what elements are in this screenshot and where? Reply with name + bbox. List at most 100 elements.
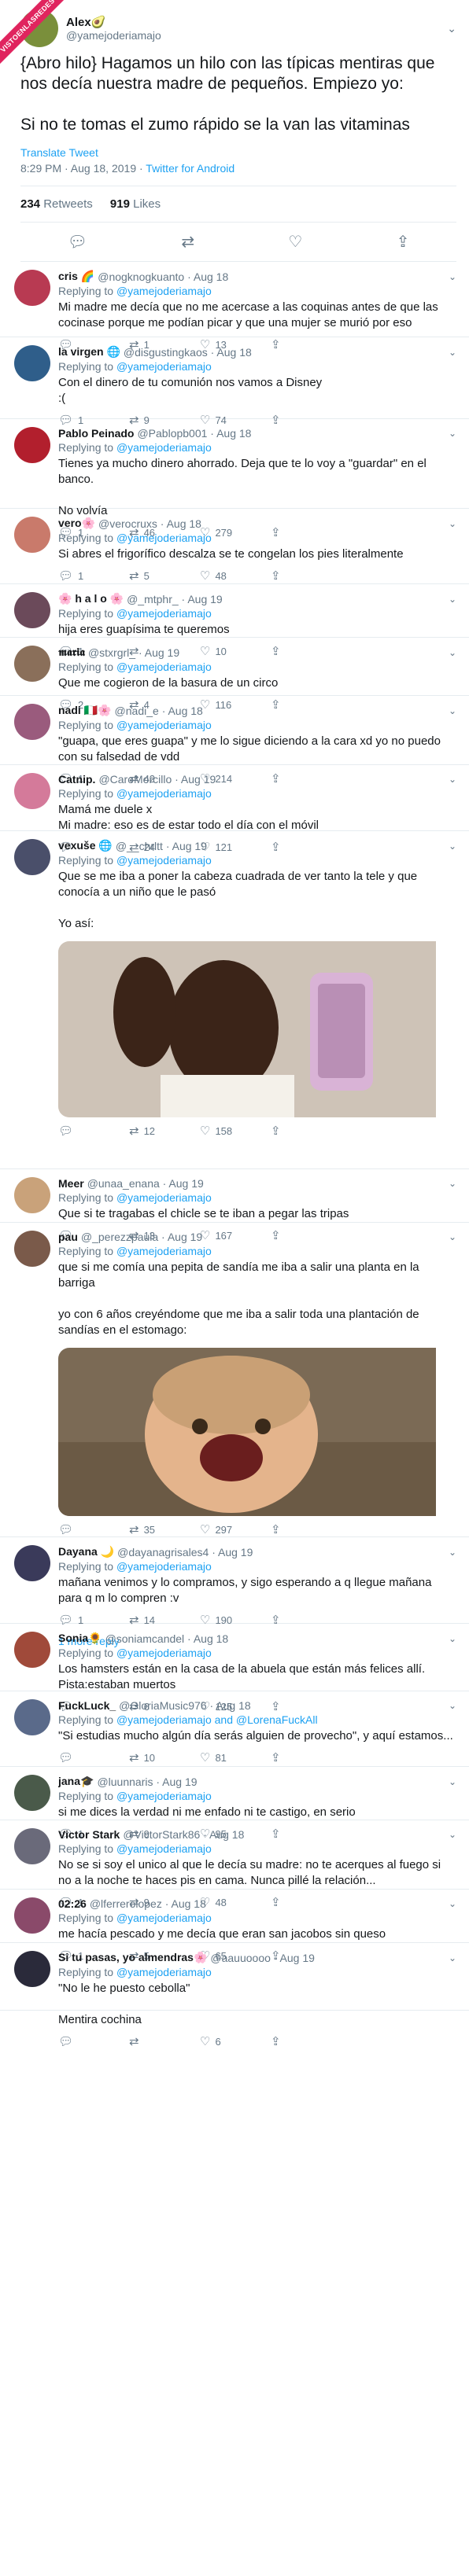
chevron-down-icon[interactable]: ⌄: [444, 347, 456, 358]
mention-link[interactable]: @yamejoderiamajo: [116, 1790, 212, 1802]
share-button[interactable]: ⇪: [271, 2034, 342, 2048]
share-button[interactable]: ⇪: [271, 569, 342, 583]
reply-author-handle[interactable]: @GloriaMusic976 · Aug 18: [119, 1699, 251, 1712]
reply-tweet[interactable]: cris 🌈 @nogknogkuanto · Aug 18 ⌄ Replying t…: [0, 262, 469, 351]
chevron-down-icon[interactable]: ⌄: [444, 1829, 456, 1840]
reply-author-name[interactable]: vexuše 🌐: [58, 839, 113, 852]
reply-author-handle[interactable]: @nogknogkuanto · Aug 18: [98, 270, 228, 283]
like-count[interactable]: 919: [110, 197, 130, 211]
chevron-down-icon[interactable]: ⌄: [444, 428, 456, 439]
reply-author-handle[interactable]: @disgustingkaos · Aug 18: [124, 346, 252, 359]
reply-tweet[interactable]: nadi 🇮🇹🌸 @nadi_e · Aug 18 ⌄ Replying to @ya…: [0, 696, 469, 786]
mention-link[interactable]: @yamejoderiamajo: [116, 854, 212, 867]
reply-author-name[interactable]: Si tu pasas, yo almendras🌸: [58, 1951, 207, 1964]
reply-author-handle[interactable]: @_perezzpaula · Aug 19: [81, 1231, 202, 1243]
mention-link[interactable]: @yamejoderiamajo: [116, 607, 212, 620]
avatar[interactable]: [14, 427, 50, 463]
reply-author-name[interactable]: 𝖒𝖆𝖗𝖎𝖆: [58, 646, 85, 659]
chevron-down-icon[interactable]: ⌄: [444, 1633, 456, 1644]
translate-link[interactable]: Translate Tweet: [20, 146, 456, 159]
reply-tweet[interactable]: Dayana 🌙 @dayanagrisales4 · Aug 19 ⌄ Replyi…: [0, 1537, 469, 1647]
reply-tweet[interactable]: Pablo Peinado @Pablopb001 · Aug 18 ⌄ Replyi…: [0, 419, 469, 539]
avatar[interactable]: [14, 1545, 50, 1581]
share-icon[interactable]: ⇪: [397, 232, 410, 252]
mention-link[interactable]: @yamejoderiamajo: [116, 787, 212, 800]
mention-link[interactable]: @yamejoderiamajo: [116, 1966, 212, 1978]
reply-author-name[interactable]: Victor Stark: [58, 1828, 120, 1841]
reply-button[interactable]: 💬︎: [58, 2034, 129, 2048]
avatar[interactable]: [14, 1828, 50, 1864]
retweet-button[interactable]: ⇄: [129, 2034, 200, 2048]
retweet-button[interactable]: ⇄ 35: [129, 1522, 200, 1536]
avatar[interactable]: [14, 517, 50, 553]
like-button[interactable]: ♡ 48: [200, 569, 271, 583]
tweet-media[interactable]: [58, 1348, 456, 1516]
mention-link[interactable]: @yamejoderiamajo: [116, 1560, 212, 1573]
mention-link[interactable]: @yamejoderiamajo: [116, 1245, 212, 1257]
share-button[interactable]: ⇪: [271, 1124, 342, 1138]
retweet-icon[interactable]: ⇄: [181, 232, 194, 252]
reply-button[interactable]: 💬︎ 1: [58, 569, 129, 583]
chevron-down-icon[interactable]: ⌄: [444, 1231, 456, 1242]
avatar[interactable]: [14, 646, 50, 682]
share-button[interactable]: ⇪: [271, 1522, 342, 1536]
reply-author-name[interactable]: vero🌸: [58, 517, 95, 530]
mention-link[interactable]: @yamejoderiamajo: [116, 1912, 212, 1924]
retweet-label[interactable]: Retweets: [43, 197, 93, 211]
reply-author-handle[interactable]: @stxrgrl_ · Aug 19: [88, 646, 179, 659]
reply-author-handle[interactable]: @aauuoooo · Aug 19: [210, 1952, 315, 1964]
reply-author-name[interactable]: Dayana 🌙: [58, 1545, 114, 1558]
mention-link[interactable]: @yamejoderiamajo: [116, 285, 212, 297]
like-button[interactable]: ♡ 297: [200, 1522, 271, 1536]
reply-author-handle[interactable]: @luunnaris · Aug 19: [97, 1776, 197, 1788]
reply-button[interactable]: 💬︎: [58, 1124, 129, 1138]
reply-author-name[interactable]: pau: [58, 1231, 78, 1243]
mention-link[interactable]: @yamejoderiamajo and @LorenaFuckAll: [116, 1713, 318, 1726]
reply-tweet[interactable]: Victor Stark @VictorStark86 · Aug 18 ⌄ Repl…: [0, 1820, 469, 1909]
chevron-down-icon[interactable]: ⌄: [444, 705, 456, 716]
reply-tweet[interactable]: vexuše 🌐 @__chrltt · Aug 19 ⌄ Replying to @…: [0, 831, 469, 1169]
reply-author-handle[interactable]: @CaroMorcillo · Aug 19: [98, 773, 216, 786]
avatar[interactable]: [14, 1632, 50, 1668]
chevron-down-icon[interactable]: ⌄: [444, 1178, 456, 1189]
chevron-down-icon[interactable]: ⌄: [444, 841, 456, 852]
reply-author-handle[interactable]: @soniamcandel · Aug 18: [105, 1632, 229, 1645]
mention-link[interactable]: @yamejoderiamajo: [116, 661, 212, 673]
avatar[interactable]: [14, 592, 50, 628]
tweet-time[interactable]: 8:29 PM · Aug 18, 2019 ·: [20, 162, 146, 175]
chevron-down-icon[interactable]: ⌄: [444, 1776, 456, 1787]
avatar[interactable]: [14, 1177, 50, 1213]
avatar[interactable]: [14, 704, 50, 740]
reply-author-handle[interactable]: @__chrltt · Aug 19: [116, 840, 207, 852]
retweet-count[interactable]: 234: [20, 197, 40, 211]
reply-author-handle[interactable]: @nadi_e · Aug 18: [115, 705, 203, 717]
avatar[interactable]: [14, 1775, 50, 1811]
reply-author-name[interactable]: Catnip.: [58, 773, 95, 786]
mention-link[interactable]: @yamejoderiamajo: [116, 1647, 212, 1659]
reply-author-name[interactable]: cris 🌈: [58, 270, 94, 283]
screaming-kid-image[interactable]: [58, 1348, 436, 1516]
reply-tweet[interactable]: vero🌸 @verocruxs · Aug 18 ⌄ Replying to @ya…: [0, 509, 469, 584]
crying-kid-image[interactable]: [58, 941, 436, 1117]
mention-link[interactable]: @yamejoderiamajo: [116, 1191, 212, 1204]
reply-author-handle[interactable]: @lferrerolopez · Aug 18: [90, 1897, 206, 1910]
reply-author-handle[interactable]: @VictorStark86 · Aug 18: [123, 1828, 244, 1841]
reply-tweet[interactable]: jana🎓 @luunnaris · Aug 19 ⌄ Replying to @ya…: [0, 1767, 469, 1841]
reply-tweet[interactable]: 𝖒𝖆𝖗𝖎𝖆 @stxrgrl_ · Aug 19 ⌄ Replying to @yam…: [0, 638, 469, 712]
mention-link[interactable]: @yamejoderiamajo: [116, 360, 212, 373]
reply-icon[interactable]: 💬︎: [68, 232, 87, 252]
reply-tweet[interactable]: 🌸 h a l o 🌸 @_mtphr_ · Aug 19 ⌄ Replying to…: [0, 584, 469, 658]
tweet-media[interactable]: [58, 941, 456, 1117]
chevron-down-icon[interactable]: ⌄: [444, 1700, 456, 1711]
reply-author-name[interactable]: la virgen 🌐: [58, 345, 120, 359]
tweet-source[interactable]: Twitter for Android: [146, 162, 234, 175]
avatar[interactable]: [14, 1951, 50, 1987]
avatar[interactable]: [14, 270, 50, 306]
like-label[interactable]: Likes: [133, 197, 161, 211]
reply-tweet[interactable]: pau @_perezzpaula · Aug 19 ⌄ Replying to @y…: [0, 1223, 469, 1537]
chevron-down-icon[interactable]: ⌄: [444, 271, 456, 282]
reply-tweet[interactable]: la virgen 🌐 @disgustingkaos · Aug 18 ⌄ Repl…: [0, 337, 469, 427]
like-button[interactable]: ♡ 6: [200, 2034, 271, 2048]
reply-tweet[interactable]: Sonia🌻 @soniamcandel · Aug 18 ⌄ Replying to…: [0, 1624, 469, 1713]
reply-author-name[interactable]: Pablo Peinado: [58, 427, 134, 440]
